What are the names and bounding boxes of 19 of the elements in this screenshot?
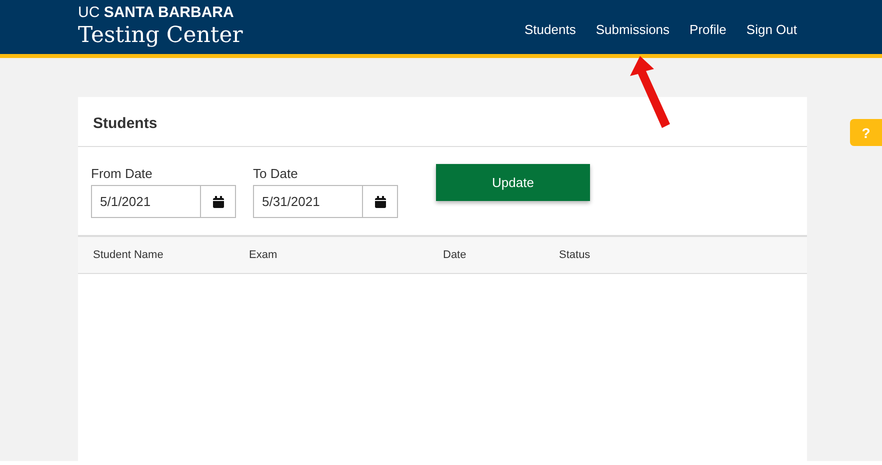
nav-link[interactable]: Submissions (596, 22, 670, 36)
date-field[interactable]: 5/31/2021 (253, 185, 363, 218)
column-header: Date (443, 249, 468, 261)
site-title: Testing Center (78, 23, 243, 48)
field-label: From Date (91, 166, 154, 181)
field-label: To Date (253, 166, 299, 181)
nav-link[interactable]: Profile (690, 22, 726, 36)
column-header: Status (559, 249, 592, 261)
column-header: Exam (249, 249, 278, 261)
calendar-icon (212, 196, 224, 208)
calendar-button[interactable] (363, 185, 398, 218)
nav-link[interactable]: Students (524, 22, 576, 36)
date-field[interactable]: 5/1/2021 (91, 185, 201, 218)
calendar-button[interactable] (201, 185, 236, 218)
update-button[interactable]: Update (436, 164, 590, 201)
university-logo: UC SANTA BARBARA (78, 5, 234, 20)
calendar-icon (374, 196, 386, 208)
nav-link[interactable]: Sign Out (746, 22, 797, 36)
column-header: Student Name (93, 249, 164, 261)
